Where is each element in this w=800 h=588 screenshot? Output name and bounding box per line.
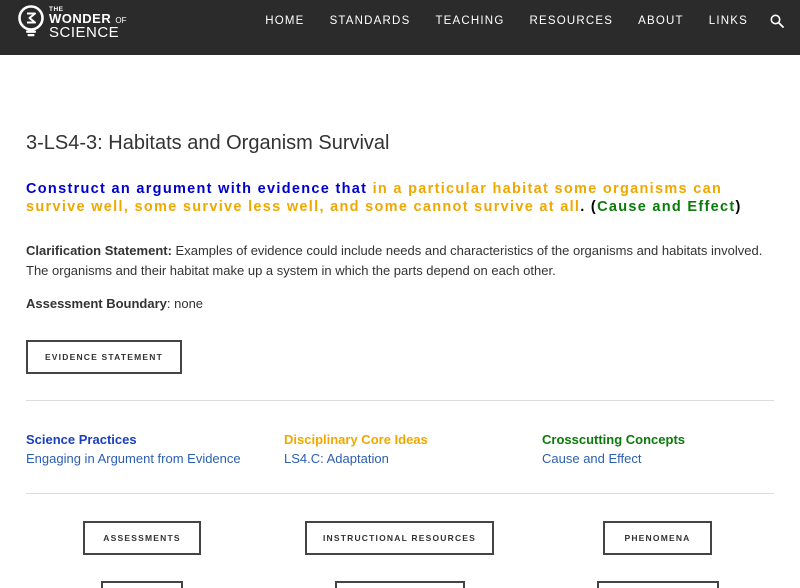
instructional-resources-button[interactable]: INSTRUCTIONAL RESOURCES (305, 521, 494, 555)
nav-resources[interactable]: RESOURCES (529, 14, 613, 28)
partial-button[interactable] (101, 581, 183, 588)
assessments-button[interactable]: ASSESSMENTS (83, 521, 201, 555)
science-practices-column: Science Practices Engaging in Argument f… (26, 430, 241, 468)
crosscutting-column: Crosscutting Concepts Cause and Effect (542, 430, 685, 468)
nav-teaching[interactable]: TEACHING (435, 14, 504, 28)
pe-practice-text: Construct an argument with evidence that (26, 181, 368, 197)
lightbulb-logo-icon (18, 5, 44, 37)
nav-standards[interactable]: STANDARDS (330, 14, 411, 28)
assessment-text: : none (166, 296, 204, 311)
clarification-statement: Clarification Statement: Examples of evi… (26, 241, 786, 281)
divider (26, 400, 774, 401)
nav-about[interactable]: ABOUT (638, 14, 684, 28)
top-navigation-bar: THE WONDER OF SCIENCE HOME STANDARDS TEA… (0, 0, 800, 55)
performance-expectation: Construct an argument with evidence that… (26, 180, 786, 216)
assessment-label: Assessment Boundary (26, 296, 167, 311)
pe-period: . (580, 199, 586, 215)
evidence-statement-button[interactable]: EVIDENCE STATEMENT (26, 340, 182, 374)
crosscutting-link[interactable]: Cause and Effect (542, 449, 685, 468)
clarification-label: Clarification Statement: (26, 243, 172, 258)
core-ideas-heading: Disciplinary Core Ideas (284, 432, 428, 447)
partial-button[interactable] (597, 581, 719, 588)
science-practices-link[interactable]: Engaging in Argument from Evidence (26, 449, 241, 468)
assessment-boundary: Assessment Boundary: none (26, 294, 203, 314)
crosscutting-heading: Crosscutting Concepts (542, 432, 686, 447)
phenomena-button[interactable]: PHENOMENA (603, 521, 712, 555)
site-logo[interactable]: THE WONDER OF SCIENCE (14, 3, 134, 43)
nav-home[interactable]: HOME (265, 14, 304, 28)
core-ideas-link[interactable]: LS4.C: Adaptation (284, 449, 428, 468)
page-title: 3-LS4-3: Habitats and Organism Survival (26, 132, 390, 154)
pe-paren-close: ) (735, 199, 742, 215)
core-ideas-column: Disciplinary Core Ideas LS4.C: Adaptatio… (284, 430, 428, 468)
partial-button[interactable] (335, 581, 465, 588)
logo-science-text: SCIENCE (49, 24, 120, 41)
search-icon[interactable] (770, 14, 784, 28)
nav-links[interactable]: LINKS (709, 14, 748, 28)
science-practices-heading: Science Practices (26, 432, 137, 447)
pe-crosscutting-text: Cause and Effect (597, 199, 736, 215)
main-nav: HOME STANDARDS TEACHING RESOURCES ABOUT … (240, 14, 784, 28)
divider (26, 493, 774, 494)
